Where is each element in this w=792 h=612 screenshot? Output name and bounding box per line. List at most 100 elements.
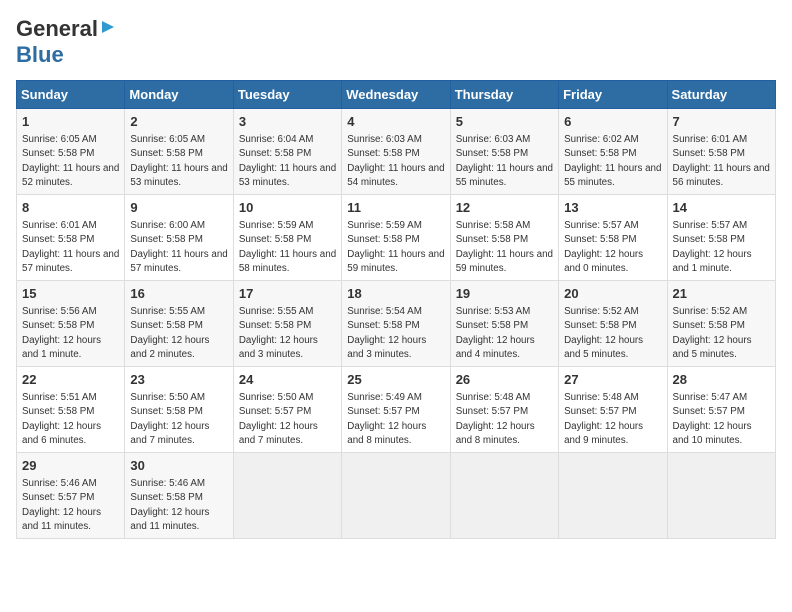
calendar-week-5: 29Sunrise: 5:46 AMSunset: 5:57 PMDayligh… [17, 453, 776, 539]
calendar-cell: 29Sunrise: 5:46 AMSunset: 5:57 PMDayligh… [17, 453, 125, 539]
day-info: Sunrise: 5:46 AMSunset: 5:57 PMDaylight:… [22, 477, 119, 534]
day-info: Sunrise: 5:57 AMSunset: 5:58 PMDaylight:… [564, 219, 661, 276]
logo-text-general: General [16, 16, 98, 42]
calendar-week-1: 1 Sunrise: 6:05 AMSunset: 5:58 PMDaylight… [17, 109, 776, 195]
day-number: 4 [347, 113, 444, 131]
calendar-cell [559, 453, 667, 539]
calendar-cell: 6 Sunrise: 6:02 AMSunset: 5:58 PMDaylight… [559, 109, 667, 195]
day-info: Sunrise: 6:04 AMSunset: 5:58 PMDaylight:… [239, 133, 336, 190]
day-number: 28 [673, 371, 770, 389]
day-number: 10 [239, 199, 336, 217]
day-info: Sunrise: 6:03 AMSunset: 5:58 PMDaylight:… [347, 133, 444, 190]
day-number: 22 [22, 371, 119, 389]
day-info: Sunrise: 6:03 AMSunset: 5:58 PMDaylight:… [456, 133, 553, 190]
day-info: Sunrise: 5:52 AMSunset: 5:58 PMDaylight:… [673, 305, 770, 362]
day-number: 11 [347, 199, 444, 217]
day-number: 16 [130, 285, 227, 303]
day-info: Sunrise: 5:57 AMSunset: 5:58 PMDaylight:… [673, 219, 770, 276]
calendar-cell [667, 453, 775, 539]
calendar-cell [233, 453, 341, 539]
day-number: 14 [673, 199, 770, 217]
day-number: 20 [564, 285, 661, 303]
calendar-cell: 17 Sunrise: 5:55 AMSunset: 5:58 PMDayligh… [233, 281, 341, 367]
day-info: Sunrise: 5:58 AMSunset: 5:58 PMDaylight:… [456, 219, 553, 276]
calendar-cell: 12 Sunrise: 5:58 AMSunset: 5:58 PMDayligh… [450, 195, 558, 281]
calendar-cell: 14 Sunrise: 5:57 AMSunset: 5:58 PMDayligh… [667, 195, 775, 281]
day-info: Sunrise: 5:46 AMSunset: 5:58 PMDaylight:… [130, 477, 227, 534]
day-number: 2 [130, 113, 227, 131]
calendar-cell: 5 Sunrise: 6:03 AMSunset: 5:58 PMDaylight… [450, 109, 558, 195]
calendar-cell: 18 Sunrise: 5:54 AMSunset: 5:58 PMDayligh… [342, 281, 450, 367]
day-number: 18 [347, 285, 444, 303]
day-info: Sunrise: 5:48 AMSunset: 5:57 PMDaylight:… [564, 391, 661, 448]
calendar-week-4: 22 Sunrise: 5:51 AMSunset: 5:58 PMDayligh… [17, 367, 776, 453]
header-wednesday: Wednesday [342, 81, 450, 109]
day-info: Sunrise: 5:50 AMSunset: 5:58 PMDaylight:… [130, 391, 227, 448]
calendar-cell: 20 Sunrise: 5:52 AMSunset: 5:58 PMDayligh… [559, 281, 667, 367]
day-info: Sunrise: 5:47 AMSunset: 5:57 PMDaylight:… [673, 391, 770, 448]
day-info: Sunrise: 5:51 AMSunset: 5:58 PMDaylight:… [22, 391, 119, 448]
calendar-cell: 10 Sunrise: 5:59 AMSunset: 5:58 PMDayligh… [233, 195, 341, 281]
calendar-cell: 15 Sunrise: 5:56 AMSunset: 5:58 PMDayligh… [17, 281, 125, 367]
calendar-cell: 22 Sunrise: 5:51 AMSunset: 5:58 PMDayligh… [17, 367, 125, 453]
day-number: 25 [347, 371, 444, 389]
day-number: 7 [673, 113, 770, 131]
calendar-cell: 25 Sunrise: 5:49 AMSunset: 5:57 PMDayligh… [342, 367, 450, 453]
calendar-body: 1 Sunrise: 6:05 AMSunset: 5:58 PMDaylight… [17, 109, 776, 539]
header-friday: Friday [559, 81, 667, 109]
day-number: 12 [456, 199, 553, 217]
day-info: Sunrise: 5:49 AMSunset: 5:57 PMDaylight:… [347, 391, 444, 448]
day-number: 30 [130, 457, 227, 475]
calendar-table: SundayMondayTuesdayWednesdayThursdayFrid… [16, 80, 776, 539]
calendar-cell: 11 Sunrise: 5:59 AMSunset: 5:58 PMDayligh… [342, 195, 450, 281]
calendar-cell: 26 Sunrise: 5:48 AMSunset: 5:57 PMDayligh… [450, 367, 558, 453]
day-info: Sunrise: 6:02 AMSunset: 5:58 PMDaylight:… [564, 133, 661, 190]
header-tuesday: Tuesday [233, 81, 341, 109]
day-number: 21 [673, 285, 770, 303]
calendar-cell: 13 Sunrise: 5:57 AMSunset: 5:58 PMDayligh… [559, 195, 667, 281]
calendar-cell: 27 Sunrise: 5:48 AMSunset: 5:57 PMDayligh… [559, 367, 667, 453]
day-info: Sunrise: 5:53 AMSunset: 5:58 PMDaylight:… [456, 305, 553, 362]
logo: General Blue [16, 16, 116, 68]
calendar-cell [450, 453, 558, 539]
day-number: 5 [456, 113, 553, 131]
day-number: 26 [456, 371, 553, 389]
calendar-header-row: SundayMondayTuesdayWednesdayThursdayFrid… [17, 81, 776, 109]
calendar-cell: 30 Sunrise: 5:46 AMSunset: 5:58 PMDayligh… [125, 453, 233, 539]
calendar-cell [342, 453, 450, 539]
calendar-cell: 28 Sunrise: 5:47 AMSunset: 5:57 PMDayligh… [667, 367, 775, 453]
day-number: 9 [130, 199, 227, 217]
day-info: Sunrise: 5:52 AMSunset: 5:58 PMDaylight:… [564, 305, 661, 362]
day-info: Sunrise: 6:05 AMSunset: 5:58 PMDaylight:… [22, 133, 119, 190]
day-number: 19 [456, 285, 553, 303]
header-monday: Monday [125, 81, 233, 109]
day-info: Sunrise: 5:56 AMSunset: 5:58 PMDaylight:… [22, 305, 119, 362]
day-info: Sunrise: 5:48 AMSunset: 5:57 PMDaylight:… [456, 391, 553, 448]
calendar-cell: 8Sunrise: 6:01 AMSunset: 5:58 PMDaylight… [17, 195, 125, 281]
calendar-week-2: 8Sunrise: 6:01 AMSunset: 5:58 PMDaylight… [17, 195, 776, 281]
day-info: Sunrise: 5:59 AMSunset: 5:58 PMDaylight:… [347, 219, 444, 276]
calendar-cell: 3 Sunrise: 6:04 AMSunset: 5:58 PMDaylight… [233, 109, 341, 195]
day-number: 6 [564, 113, 661, 131]
day-info: Sunrise: 5:54 AMSunset: 5:58 PMDaylight:… [347, 305, 444, 362]
day-number: 15 [22, 285, 119, 303]
day-info: Sunrise: 6:01 AMSunset: 5:58 PMDaylight:… [673, 133, 770, 190]
day-info: Sunrise: 5:59 AMSunset: 5:58 PMDaylight:… [239, 219, 336, 276]
day-info: Sunrise: 5:55 AMSunset: 5:58 PMDaylight:… [239, 305, 336, 362]
day-info: Sunrise: 6:01 AMSunset: 5:58 PMDaylight:… [22, 219, 119, 276]
day-info: Sunrise: 6:05 AMSunset: 5:58 PMDaylight:… [130, 133, 227, 190]
day-number: 17 [239, 285, 336, 303]
calendar-week-3: 15 Sunrise: 5:56 AMSunset: 5:58 PMDayligh… [17, 281, 776, 367]
calendar-cell: 16Sunrise: 5:55 AMSunset: 5:58 PMDayligh… [125, 281, 233, 367]
calendar-cell: 4 Sunrise: 6:03 AMSunset: 5:58 PMDaylight… [342, 109, 450, 195]
day-number: 27 [564, 371, 661, 389]
day-number: 3 [239, 113, 336, 131]
header-thursday: Thursday [450, 81, 558, 109]
day-info: Sunrise: 5:50 AMSunset: 5:57 PMDaylight:… [239, 391, 336, 448]
day-number: 1 [22, 113, 119, 131]
calendar-cell: 23Sunrise: 5:50 AMSunset: 5:58 PMDayligh… [125, 367, 233, 453]
day-number: 13 [564, 199, 661, 217]
logo-text-blue: Blue [16, 42, 64, 67]
calendar-cell: 2 Sunrise: 6:05 AMSunset: 5:58 PMDaylight… [125, 109, 233, 195]
calendar-cell: 7 Sunrise: 6:01 AMSunset: 5:58 PMDaylight… [667, 109, 775, 195]
